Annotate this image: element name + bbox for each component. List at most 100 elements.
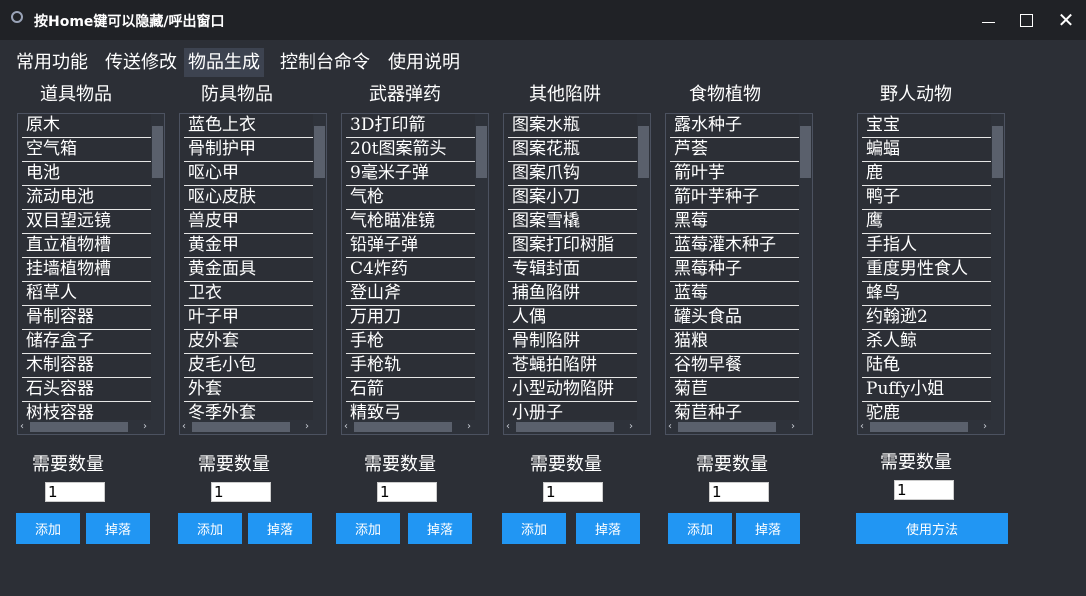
qty-input-food[interactable] bbox=[709, 482, 769, 502]
list-item[interactable]: 露水种子 bbox=[670, 114, 800, 138]
scroll-left-icon[interactable]: ‹ bbox=[860, 420, 864, 434]
tab-console[interactable]: 控制台命令 bbox=[276, 48, 374, 77]
scroll-thumb[interactable] bbox=[638, 126, 649, 178]
listbox-armor[interactable]: 蓝色上衣 骨制护甲 呕心甲 呕心皮肤 兽皮甲 黄金甲 黄金面具 卫衣 叶子甲 皮外套 皮毛小包 外套冬… bbox=[179, 113, 327, 435]
listbox-food[interactable]: 露水种子 芦荟 箭叶芋 箭叶芋种子 黑莓 蓝莓灌木种子 黑莓种子 蓝莓 罐头食品 猫粮 谷物早餐 菊苣… bbox=[665, 113, 813, 435]
list-item[interactable]: 蜂鸟 bbox=[862, 282, 992, 306]
add-button-tools[interactable]: 添加 bbox=[16, 513, 80, 544]
horizontal-scroll-thumb[interactable] bbox=[678, 422, 776, 432]
list-item[interactable]: 储存盒子 bbox=[22, 330, 152, 354]
tab-help[interactable]: 使用说明 bbox=[384, 48, 464, 77]
list-item[interactable]: 图案打印树脂 bbox=[508, 234, 638, 258]
listbox-weapons[interactable]: 3D打印箭 20t图案箭头 9毫米子弹 气枪 气枪瞄准镜 铅弹子弹 C4炸药 登山斧 万用刀 手枪… bbox=[341, 113, 489, 435]
list-item[interactable]: 登山斧 bbox=[346, 282, 476, 306]
list-item[interactable]: 箭叶芋 bbox=[670, 162, 800, 186]
list-item[interactable]: 原木 bbox=[22, 114, 152, 138]
scroll-left-icon[interactable]: ‹ bbox=[20, 420, 24, 434]
list-item[interactable]: 图案雪橇 bbox=[508, 210, 638, 234]
horizontal-scroll-thumb[interactable] bbox=[354, 422, 452, 432]
vertical-scrollbar[interactable] bbox=[151, 114, 164, 420]
list-item[interactable]: 铅弹子弹 bbox=[346, 234, 476, 258]
list-item[interactable]: 重度男性食人 bbox=[862, 258, 992, 282]
listbox-animals[interactable]: 宝宝 蝙蝠鹿鸭子鹰手指人 重度男性食人 蜂鸟 约翰逊2 杀人鲸 陆龟 Puffy小姐 驼鹿 ‹ › bbox=[857, 113, 1005, 435]
list-item[interactable]: 蝙蝠 bbox=[862, 138, 992, 162]
list-item[interactable]: 鹰 bbox=[862, 210, 992, 234]
list-item[interactable]: 挂墙植物槽 bbox=[22, 258, 152, 282]
list-item[interactable]: 20t图案箭头 bbox=[346, 138, 476, 162]
horizontal-scroll-thumb[interactable] bbox=[192, 422, 290, 432]
list-item[interactable]: 兽皮甲 bbox=[184, 210, 314, 234]
list-item[interactable]: 皮毛小包 bbox=[184, 354, 314, 378]
list-item[interactable]: 骨制容器 bbox=[22, 306, 152, 330]
scroll-thumb[interactable] bbox=[992, 126, 1003, 178]
list-item[interactable]: 呕心皮肤 bbox=[184, 186, 314, 210]
list-item[interactable]: 罐头食品 bbox=[670, 306, 800, 330]
list-item[interactable]: 木制容器 bbox=[22, 354, 152, 378]
list-item[interactable]: 空气箱 bbox=[22, 138, 152, 162]
list-item[interactable]: 直立植物槽 bbox=[22, 234, 152, 258]
list-item[interactable]: 双目望远镜 bbox=[22, 210, 152, 234]
close-button[interactable]: ✕ bbox=[1051, 6, 1081, 34]
list-item[interactable]: 气枪 bbox=[346, 186, 476, 210]
list-item[interactable]: 猫粮 bbox=[670, 330, 800, 354]
list-item[interactable]: 蓝色上衣 bbox=[184, 114, 314, 138]
horizontal-scrollbar[interactable]: ‹ › bbox=[666, 420, 812, 434]
list-item[interactable]: 3D打印箭 bbox=[346, 114, 476, 138]
list-item[interactable]: 卫衣 bbox=[184, 282, 314, 306]
list-item[interactable]: 图案水瓶 bbox=[508, 114, 638, 138]
qty-input-armor[interactable] bbox=[211, 482, 271, 502]
horizontal-scroll-thumb[interactable] bbox=[30, 422, 128, 432]
list-item[interactable]: 陆龟 bbox=[862, 354, 992, 378]
list-item[interactable]: 手枪轨 bbox=[346, 354, 476, 378]
list-item[interactable]: 谷物早餐 bbox=[670, 354, 800, 378]
scroll-thumb[interactable] bbox=[314, 126, 325, 178]
scroll-thumb[interactable] bbox=[152, 126, 163, 178]
list-item[interactable]: 石头容器 bbox=[22, 378, 152, 402]
list-item[interactable]: 叶子甲 bbox=[184, 306, 314, 330]
listbox-tools[interactable]: 原木 空气箱 电池 流动电池 双目望远镜 直立植物槽 挂墙植物槽 稻草人 骨制容器 储存盒子 木制容… bbox=[17, 113, 165, 435]
usage-button-animals[interactable]: 使用方法 bbox=[856, 513, 1008, 544]
list-item[interactable]: 鸭子 bbox=[862, 186, 992, 210]
vertical-scrollbar[interactable] bbox=[313, 114, 326, 420]
list-item[interactable]: C4炸药 bbox=[346, 258, 476, 282]
scroll-thumb[interactable] bbox=[800, 126, 811, 178]
list-item[interactable]: 小型动物陷阱 bbox=[508, 378, 638, 402]
list-item[interactable]: 呕心甲 bbox=[184, 162, 314, 186]
maximize-button[interactable] bbox=[1011, 6, 1041, 34]
scroll-left-icon[interactable]: ‹ bbox=[668, 420, 672, 434]
horizontal-scroll-thumb[interactable] bbox=[516, 422, 614, 432]
list-item[interactable]: 箭叶芋种子 bbox=[670, 186, 800, 210]
list-item[interactable]: 蓝莓灌木种子 bbox=[670, 234, 800, 258]
list-item[interactable]: 图案花瓶 bbox=[508, 138, 638, 162]
list-item[interactable]: 电池 bbox=[22, 162, 152, 186]
vertical-scrollbar[interactable] bbox=[799, 114, 812, 420]
tab-common[interactable]: 常用功能 bbox=[12, 48, 92, 77]
list-item[interactable]: 手枪 bbox=[346, 330, 476, 354]
horizontal-scrollbar[interactable]: ‹ › bbox=[504, 420, 650, 434]
scroll-right-icon[interactable]: › bbox=[305, 420, 309, 434]
drop-button-weapons[interactable]: 掉落 bbox=[408, 513, 472, 544]
list-item[interactable]: 苍蝇拍陷阱 bbox=[508, 354, 638, 378]
scroll-right-icon[interactable]: › bbox=[467, 420, 471, 434]
horizontal-scroll-thumb[interactable] bbox=[870, 422, 968, 432]
list-item[interactable]: 手指人 bbox=[862, 234, 992, 258]
list-item[interactable]: 黑莓 bbox=[670, 210, 800, 234]
list-item[interactable]: 人偶 bbox=[508, 306, 638, 330]
vertical-scrollbar[interactable] bbox=[991, 114, 1004, 420]
qty-input-tools[interactable] bbox=[45, 482, 105, 502]
qty-input-weapons[interactable] bbox=[377, 482, 437, 502]
qty-input-traps[interactable] bbox=[543, 482, 603, 502]
list-item[interactable]: 骨制护甲 bbox=[184, 138, 314, 162]
list-item[interactable]: 捕鱼陷阱 bbox=[508, 282, 638, 306]
list-item[interactable]: 黄金甲 bbox=[184, 234, 314, 258]
add-button-food[interactable]: 添加 bbox=[668, 513, 732, 544]
list-item[interactable]: 流动电池 bbox=[22, 186, 152, 210]
list-item[interactable]: 杀人鲸 bbox=[862, 330, 992, 354]
drop-button-food[interactable]: 掉落 bbox=[736, 513, 800, 544]
list-item[interactable]: 菊苣 bbox=[670, 378, 800, 402]
add-button-armor[interactable]: 添加 bbox=[178, 513, 242, 544]
list-item[interactable]: 专辑封面 bbox=[508, 258, 638, 282]
horizontal-scrollbar[interactable]: ‹ › bbox=[180, 420, 326, 434]
scroll-left-icon[interactable]: ‹ bbox=[506, 420, 510, 434]
scroll-left-icon[interactable]: ‹ bbox=[182, 420, 186, 434]
